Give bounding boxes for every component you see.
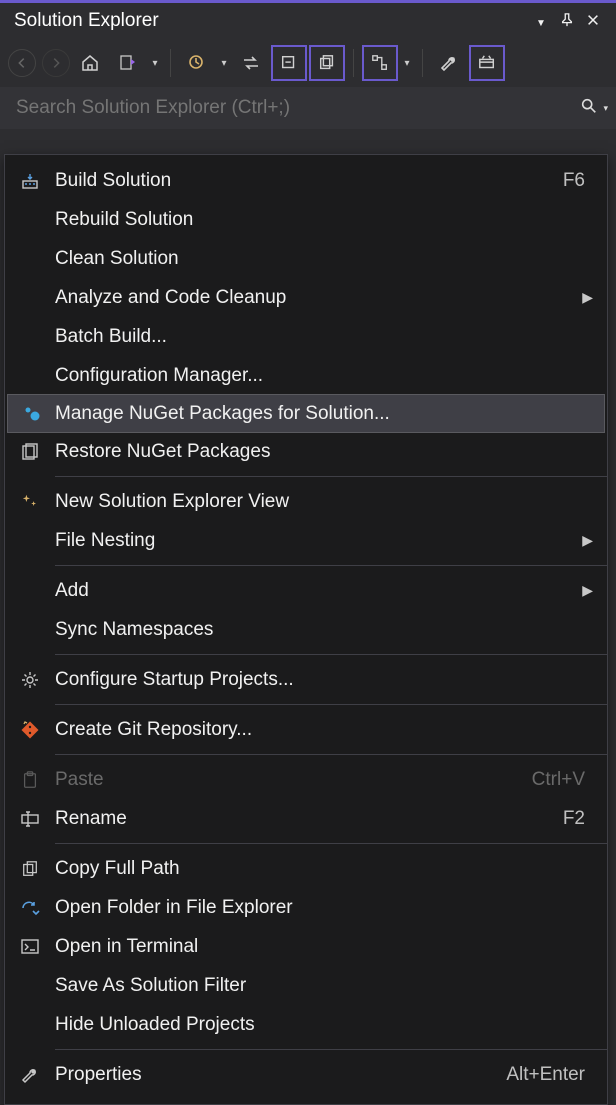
terminal-icon [5, 938, 55, 956]
submenu-arrow-icon: ▶ [573, 532, 593, 549]
menu-separator [55, 843, 607, 844]
pin-button[interactable] [554, 11, 580, 32]
menu-copy-full-path[interactable]: Copy Full Path [5, 849, 607, 888]
menu-configuration-manager[interactable]: Configuration Manager... [5, 356, 607, 395]
window-options-button[interactable]: ▼ [528, 11, 554, 32]
menu-manage-nuget-packages[interactable]: Manage NuGet Packages for Solution... [7, 394, 605, 433]
open-folder-icon [5, 899, 55, 917]
menu-file-nesting[interactable]: File Nesting ▶ [5, 521, 607, 560]
menu-label: Hide Unloaded Projects [55, 1014, 593, 1036]
menu-rename[interactable]: Rename F2 [5, 799, 607, 838]
preview-selected-button[interactable] [469, 45, 505, 81]
search-icon[interactable]: ▾ [576, 97, 608, 120]
menu-label: Analyze and Code Cleanup [55, 287, 573, 309]
menu-label: File Nesting [55, 530, 573, 552]
menu-shortcut: F6 [563, 170, 593, 192]
switch-views-dropdown[interactable]: ▾ [148, 58, 162, 69]
toolbar: ▾ ▾ ▾ [0, 39, 616, 87]
toolbar-separator [170, 49, 171, 77]
sync-active-document-button[interactable] [233, 45, 269, 81]
menu-label: Paste [55, 769, 532, 791]
menu-hide-unloaded-projects[interactable]: Hide Unloaded Projects [5, 1005, 607, 1044]
menu-add[interactable]: Add ▶ [5, 571, 607, 610]
collapse-all-button[interactable] [271, 45, 307, 81]
menu-separator [55, 565, 607, 566]
menu-separator [55, 654, 607, 655]
show-all-files-button[interactable] [309, 45, 345, 81]
forward-button[interactable] [42, 49, 70, 77]
rename-icon [5, 810, 55, 828]
menu-label: Rename [55, 808, 563, 830]
menu-build-solution[interactable]: Build Solution F6 [5, 161, 607, 200]
nesting-dropdown[interactable]: ▾ [400, 58, 414, 69]
sparkle-icon [5, 493, 55, 511]
menu-restore-nuget-packages[interactable]: Restore NuGet Packages [5, 432, 607, 471]
context-menu: Build Solution F6 Rebuild Solution Clean… [4, 154, 608, 1105]
solution-explorer-panel: Solution Explorer ▼ ▾ ▾ [0, 0, 616, 1083]
menu-label: Create Git Repository... [55, 719, 593, 741]
toolbar-separator [353, 49, 354, 77]
menu-shortcut: Alt+Enter [506, 1064, 593, 1086]
properties-button[interactable] [431, 45, 467, 81]
menu-open-in-terminal[interactable]: Open in Terminal [5, 927, 607, 966]
wrench-icon [5, 1065, 55, 1085]
restore-icon [5, 442, 55, 462]
menu-separator [55, 1049, 607, 1050]
menu-label: Clean Solution [55, 248, 593, 270]
menu-separator [55, 476, 607, 477]
search-bar[interactable]: ▾ [0, 87, 616, 129]
menu-label: Properties [55, 1064, 506, 1086]
gear-icon [5, 670, 55, 690]
search-input[interactable] [16, 97, 576, 119]
paste-icon [5, 770, 55, 790]
back-button[interactable] [8, 49, 36, 77]
close-button[interactable] [580, 11, 606, 32]
menu-separator [55, 754, 607, 755]
nesting-button[interactable] [362, 45, 398, 81]
menu-save-as-solution-filter[interactable]: Save As Solution Filter [5, 966, 607, 1005]
build-icon [5, 171, 55, 191]
toolbar-separator [422, 49, 423, 77]
menu-paste: Paste Ctrl+V [5, 760, 607, 799]
menu-properties[interactable]: Properties Alt+Enter [5, 1055, 607, 1094]
menu-label: Copy Full Path [55, 858, 593, 880]
menu-batch-build[interactable]: Batch Build... [5, 317, 607, 356]
menu-analyze-code-cleanup[interactable]: Analyze and Code Cleanup ▶ [5, 278, 607, 317]
submenu-arrow-icon: ▶ [573, 582, 593, 599]
menu-label: Batch Build... [55, 326, 593, 348]
home-button[interactable] [72, 45, 108, 81]
menu-clean-solution[interactable]: Clean Solution [5, 239, 607, 278]
menu-shortcut: Ctrl+V [532, 769, 593, 791]
menu-label: New Solution Explorer View [55, 491, 593, 513]
menu-label: Rebuild Solution [55, 209, 593, 231]
menu-shortcut: F2 [563, 808, 593, 830]
menu-label: Open Folder in File Explorer [55, 897, 593, 919]
menu-label: Add [55, 580, 573, 602]
panel-title: Solution Explorer [14, 10, 528, 32]
switch-views-button[interactable] [110, 45, 146, 81]
menu-label: Save As Solution Filter [55, 975, 593, 997]
menu-label: Manage NuGet Packages for Solution... [55, 403, 592, 425]
menu-label: Restore NuGet Packages [55, 441, 593, 463]
pending-changes-filter-button[interactable] [179, 45, 215, 81]
git-icon [5, 720, 55, 740]
menu-rebuild-solution[interactable]: Rebuild Solution [5, 200, 607, 239]
panel-titlebar: Solution Explorer ▼ [0, 3, 616, 39]
nuget-icon [8, 404, 55, 424]
copy-icon [5, 859, 55, 879]
menu-sync-namespaces[interactable]: Sync Namespaces [5, 610, 607, 649]
menu-label: Build Solution [55, 170, 563, 192]
menu-separator [55, 704, 607, 705]
menu-open-folder[interactable]: Open Folder in File Explorer [5, 888, 607, 927]
pending-changes-dropdown[interactable]: ▾ [217, 58, 231, 69]
menu-label: Configuration Manager... [55, 365, 593, 387]
menu-label: Sync Namespaces [55, 619, 593, 641]
menu-create-git-repository[interactable]: Create Git Repository... [5, 710, 607, 749]
menu-configure-startup-projects[interactable]: Configure Startup Projects... [5, 660, 607, 699]
menu-new-solution-explorer-view[interactable]: New Solution Explorer View [5, 482, 607, 521]
menu-label: Open in Terminal [55, 936, 593, 958]
menu-label: Configure Startup Projects... [55, 669, 593, 691]
submenu-arrow-icon: ▶ [573, 289, 593, 306]
